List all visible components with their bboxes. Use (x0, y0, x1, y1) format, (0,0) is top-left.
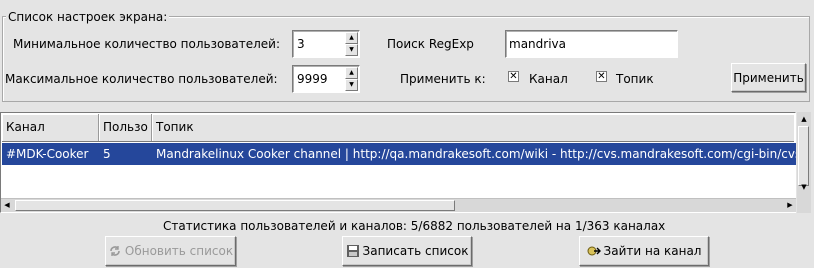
min-users-label: Минимальное количество пользователей: (13, 37, 281, 51)
channel-checkbox[interactable]: ✕ (508, 71, 519, 82)
join-button-label: Зайти на канал (603, 244, 702, 258)
min-users-decrement-button[interactable]: ▼ (345, 44, 358, 56)
table-row[interactable]: #MDK-Cooker 5 Mandrakelinux Cooker chann… (2, 143, 796, 165)
min-users-increment-button[interactable]: ▲ (345, 32, 358, 44)
topic-checkbox-label: Топик (616, 72, 654, 86)
max-users-label: Максимальное количество пользователей: (5, 72, 278, 86)
status-text: Статистика пользователей и каналов: 5/68… (163, 219, 666, 233)
apply-to-label: Применить к: (400, 72, 486, 86)
cell-users: 5 (103, 147, 111, 161)
settings-group (2, 16, 810, 102)
vertical-scroll-thumb[interactable] (798, 126, 809, 186)
column-header-channel[interactable]: Канал (2, 114, 99, 141)
column-header-users[interactable]: Пользо (99, 114, 152, 141)
max-users-spinbox[interactable]: ▲ ▼ (292, 65, 360, 93)
min-users-spinbox[interactable]: ▲ ▼ (292, 30, 360, 58)
channel-checkbox-label: Канал (529, 72, 568, 86)
apply-button[interactable]: Применить (731, 63, 806, 92)
table-header: Канал Пользо Топик (2, 114, 794, 142)
scroll-right-icon[interactable]: ▶ (784, 199, 796, 211)
vertical-scrollbar[interactable]: ▲ ▼ (797, 112, 811, 213)
scroll-down-icon[interactable]: ▼ (798, 181, 810, 193)
max-users-decrement-button[interactable]: ▼ (345, 79, 358, 91)
refresh-icon (108, 244, 122, 258)
join-channel-button[interactable]: Зайти на канал (579, 236, 709, 266)
max-users-input[interactable] (295, 68, 343, 90)
regexp-label: Поиск RegExp (387, 37, 474, 51)
regexp-input[interactable] (508, 33, 672, 55)
join-channel-icon (587, 244, 601, 258)
save-icon (346, 244, 360, 258)
column-header-topic[interactable]: Топик (152, 114, 796, 141)
refresh-list-button[interactable]: Обновить список (105, 236, 236, 266)
save-button-label: Записать список (362, 244, 469, 258)
cell-channel: #MDK-Cooker (6, 147, 89, 161)
cell-topic: Mandrakelinux Cooker channel | http://qa… (156, 147, 796, 161)
horizontal-scroll-thumb[interactable] (15, 200, 455, 211)
scroll-left-icon[interactable]: ◀ (1, 199, 13, 211)
topic-checkbox[interactable]: ✕ (596, 71, 607, 82)
apply-button-label: Применить (733, 70, 804, 85)
settings-group-title: Список настроек экрана: (6, 10, 170, 24)
horizontal-scrollbar[interactable]: ◀ ▶ (1, 198, 796, 212)
regexp-field[interactable] (505, 30, 678, 58)
save-list-button[interactable]: Записать список (342, 236, 472, 266)
max-users-increment-button[interactable]: ▲ (345, 67, 358, 79)
refresh-button-label: Обновить список (124, 244, 234, 258)
min-users-input[interactable] (295, 33, 343, 55)
scroll-up-icon[interactable]: ▲ (798, 113, 810, 125)
